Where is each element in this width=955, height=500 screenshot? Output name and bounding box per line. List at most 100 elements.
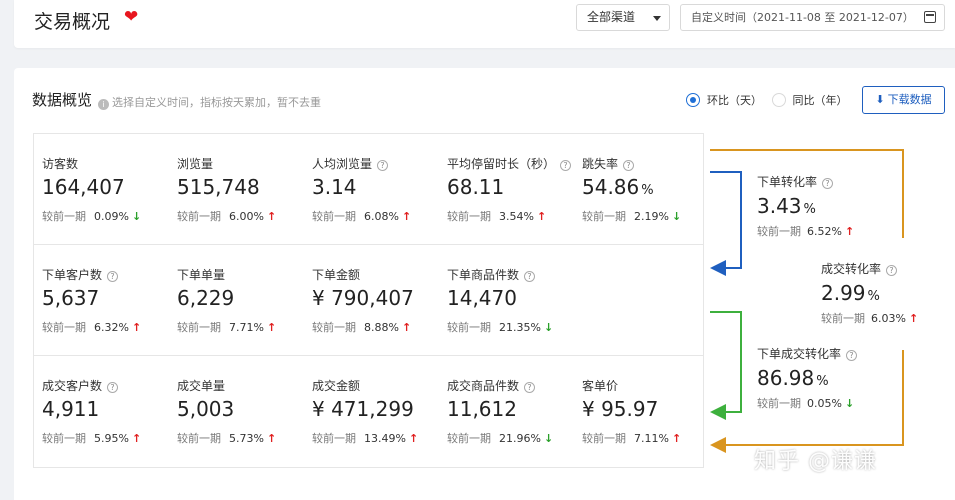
compare-label: 较前一期: [177, 321, 221, 334]
compare-label: 较前一期: [582, 210, 626, 223]
help-icon[interactable]: ?: [846, 350, 858, 361]
compare-label: 较前一期: [582, 432, 626, 445]
help-icon[interactable]: ?: [524, 271, 536, 282]
metric-value: 515,748: [177, 175, 260, 199]
compare-radio-group: 环比（天） 同比（年）: [686, 92, 854, 110]
metric-label-text: 下单金额: [312, 268, 361, 282]
compare-label: 较前一期: [42, 210, 86, 223]
arrow-up-icon: ↑: [671, 432, 682, 445]
compare-pct: 0.05%: [807, 397, 842, 410]
metric-compare: 较前一期 8.88% ↑: [312, 319, 411, 335]
metric-value-text: 11,612: [447, 397, 517, 421]
metric-value: 68.11: [447, 175, 504, 199]
compare-pct: 6.32%: [94, 321, 129, 334]
metric-label: 成交商品件数?: [447, 377, 536, 394]
channel-select[interactable]: 全部渠道: [576, 4, 670, 31]
metric-card: 跳失率? 54.86% 较前一期 2.19% ↓: [574, 134, 709, 245]
compare-pct: 13.49%: [364, 432, 406, 445]
metric-compare: 较前一期 7.71% ↑: [177, 319, 276, 335]
overview-card: 数据概览 i 选择自定义时间，指标按天累加，暂不去重 环比（天） 同比（年） ⬇ 下…: [14, 68, 955, 500]
funnel-value: 86.98%: [757, 366, 857, 390]
help-icon[interactable]: ?: [822, 178, 834, 189]
help-icon[interactable]: ?: [623, 160, 635, 171]
metric-label-text: 成交商品件数: [447, 379, 520, 393]
funnel-label: 成交转化率?: [821, 260, 918, 277]
arrow-up-icon: ↑: [401, 321, 412, 334]
help-icon[interactable]: ?: [886, 265, 898, 276]
metric-value-text: 54.86: [582, 175, 640, 199]
arrow-up-icon: ↑: [266, 432, 277, 445]
heart-icon: ❤: [124, 7, 139, 27]
metric-value-text: 14,470: [447, 286, 517, 310]
help-icon[interactable]: ?: [377, 160, 389, 171]
funnel-value-text: 3.43: [757, 194, 802, 218]
metric-card: 下单商品件数? 14,470 较前一期 21.35% ↓: [439, 245, 574, 356]
funnel-unit: %: [816, 374, 829, 389]
metric-value-text: 6,229: [177, 286, 235, 310]
metric-value-text: 164,407: [42, 175, 125, 199]
compare-pct: 7.71%: [229, 321, 264, 334]
metric-label-text: 客单价: [582, 379, 619, 393]
funnel-unit: %: [803, 202, 816, 217]
funnel-value-text: 86.98: [757, 366, 815, 390]
compare-label: 较前一期: [312, 210, 356, 223]
arrow-down-icon: ↓: [543, 321, 554, 334]
compare-pct: 21.96%: [499, 432, 541, 445]
page-title: 交易概况: [34, 11, 111, 33]
compare-label: 较前一期: [447, 210, 491, 223]
metric-value-text: 4,911: [42, 397, 100, 421]
metric-card: 平均停留时长（秒）? 68.11 较前一期 3.54% ↑: [439, 134, 574, 245]
metrics-row: 下单客户数? 5,637 较前一期 6.32% ↑ 下单单量 6,229 较前一期 7.71% ↑…: [34, 245, 703, 356]
metric-card: 人均浏览量? 3.14 较前一期 6.08% ↑: [304, 134, 439, 245]
metric-value-text: ¥ 790,407: [312, 286, 414, 310]
channel-select-value: 全部渠道: [587, 10, 636, 24]
chevron-down-icon: [653, 16, 661, 21]
compare-pct: 0.09%: [94, 210, 129, 223]
metric-unit: %: [641, 183, 654, 198]
radio-day[interactable]: 环比（天）: [686, 92, 762, 108]
compare-pct: 5.95%: [94, 432, 129, 445]
arrow-up-icon: ↑: [266, 321, 277, 334]
metric-value-text: 515,748: [177, 175, 260, 199]
download-label: 下载数据: [887, 93, 932, 106]
metric-value-text: ¥ 95.97: [582, 397, 659, 421]
compare-label: 较前一期: [177, 432, 221, 445]
arrow-up-icon: ↑: [131, 432, 142, 445]
metric-card: 客单价 ¥ 95.97 较前一期 7.11% ↑: [574, 356, 709, 467]
metric-label: 下单金额: [312, 266, 360, 283]
arrow-down-icon: ↓: [131, 210, 142, 223]
metric-label: 客单价: [582, 377, 618, 394]
compare-pct: 6.52%: [807, 225, 842, 238]
help-icon[interactable]: ?: [107, 382, 119, 393]
help-icon[interactable]: ?: [524, 382, 536, 393]
help-icon[interactable]: ?: [560, 160, 572, 171]
metric-label-text: 平均停留时长（秒）: [447, 157, 556, 171]
metric-label: 下单单量: [177, 266, 225, 283]
arrow-down-icon: ↓: [543, 432, 554, 445]
help-icon[interactable]: ?: [107, 271, 119, 282]
metric-value: 5,003: [177, 397, 234, 421]
compare-pct: 8.88%: [364, 321, 399, 334]
header-card: 交易概况 ❤ 全部渠道 自定义时间（2021-11-08 至 2021-12-0…: [14, 0, 955, 48]
funnel-label-text: 下单成交转化率: [757, 347, 842, 361]
metric-card: 成交金额 ¥ 471,299 较前一期 13.49% ↑: [304, 356, 439, 467]
metric-label: 成交单量: [177, 377, 225, 394]
arrow-up-icon: ↑: [408, 432, 419, 445]
metric-card: 成交商品件数? 11,612 较前一期 21.96% ↓: [439, 356, 574, 467]
metric-compare: 较前一期 7.11% ↑: [582, 430, 681, 446]
download-button[interactable]: ⬇ 下载数据: [862, 86, 945, 114]
metric-value: 4,911: [42, 397, 99, 421]
funnel-label-text: 下单转化率: [757, 175, 818, 189]
metric-card: 访客数 164,407 较前一期 0.09% ↓: [34, 134, 169, 245]
compare-pct: 6.08%: [364, 210, 399, 223]
metric-label: 平均停留时长（秒）?: [447, 155, 572, 172]
calendar-icon: [924, 11, 936, 23]
date-range-picker[interactable]: 自定义时间（2021-11-08 至 2021-12-07）: [680, 4, 945, 31]
compare-pct: 6.03%: [871, 312, 906, 325]
metric-label: 浏览量: [177, 155, 213, 172]
metric-compare: 较前一期 2.19% ↓: [582, 208, 681, 224]
radio-year[interactable]: 同比（年）: [771, 92, 848, 108]
metric-value: 5,637: [42, 286, 99, 310]
compare-pct: 21.35%: [499, 321, 541, 334]
funnel-value: 3.43%: [757, 194, 854, 218]
